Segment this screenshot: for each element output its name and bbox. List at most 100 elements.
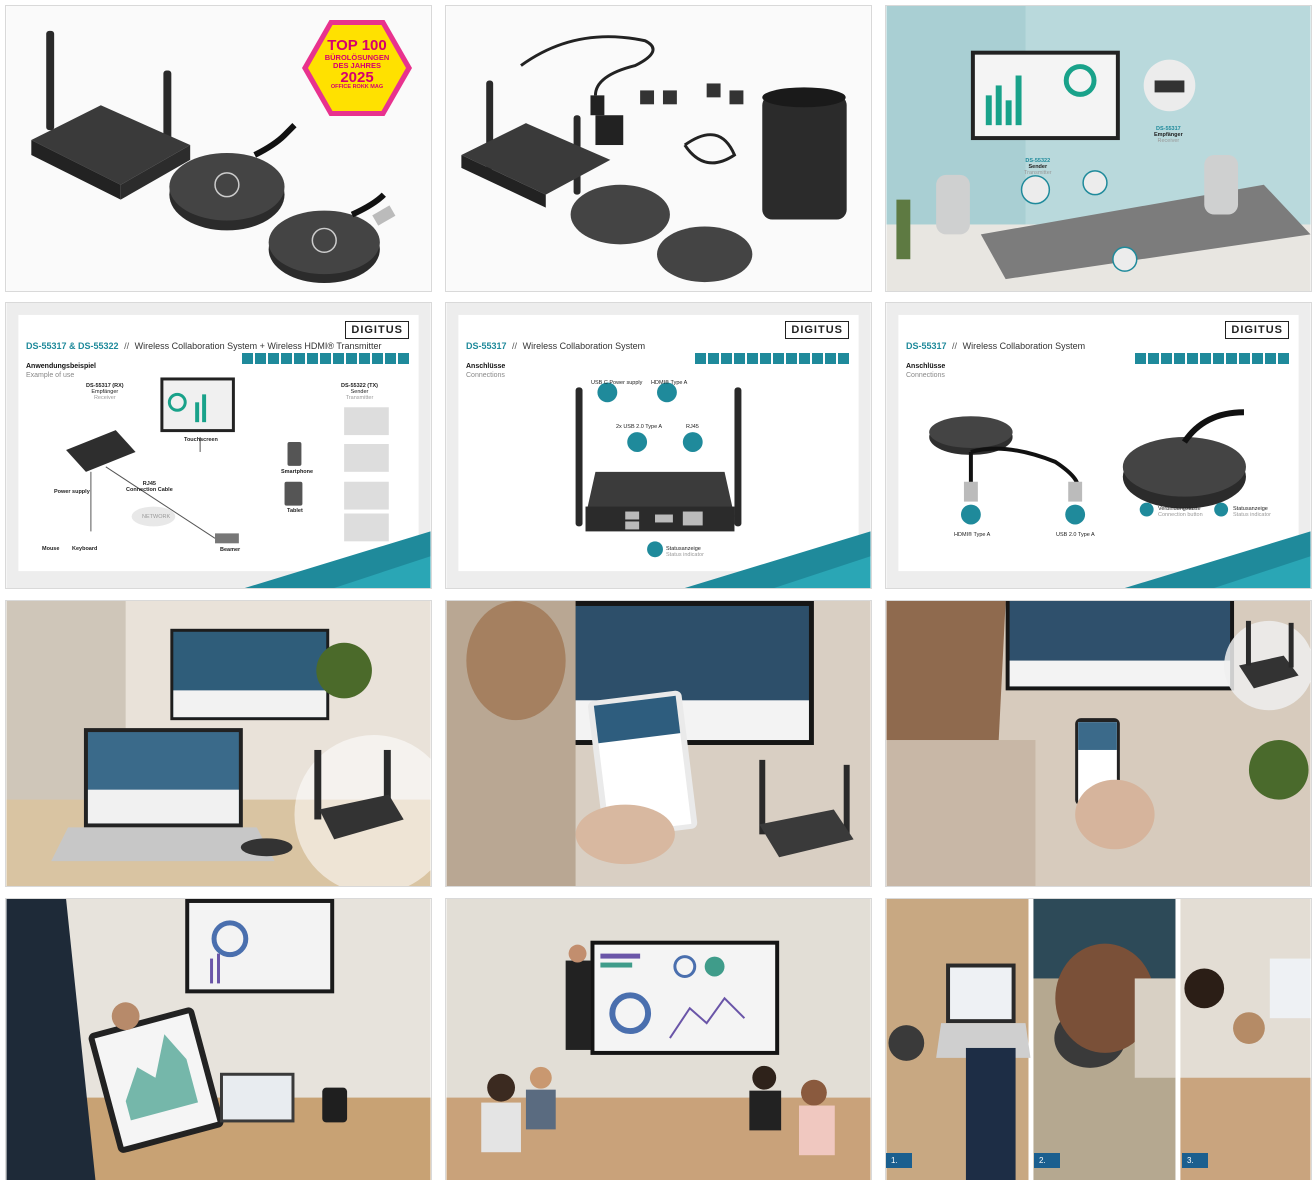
slide-title-text: Wireless Collaboration System bbox=[522, 341, 646, 351]
feature-icon bbox=[799, 353, 810, 364]
slide-code: DS-55317 & DS-55322 bbox=[26, 341, 119, 351]
feature-icon bbox=[825, 353, 836, 364]
feature-icon bbox=[333, 353, 344, 364]
meeting-tablet-photo bbox=[6, 899, 431, 1180]
step-label-1: 1. bbox=[886, 1153, 912, 1168]
feature-icon bbox=[1226, 353, 1237, 364]
sender-en: Transmitter bbox=[345, 395, 374, 401]
room-receiver-en: Receiver bbox=[1157, 138, 1180, 144]
feature-icon bbox=[268, 353, 279, 364]
feature-icon bbox=[1200, 353, 1211, 364]
section-heading-de: Anwendungsbeispiel bbox=[26, 363, 97, 370]
tablet-text: Tablet bbox=[287, 508, 303, 514]
digitus-logo: DIGITUS bbox=[1225, 321, 1289, 339]
step-label-2: 2. bbox=[1034, 1153, 1060, 1168]
presentation-photo bbox=[446, 899, 871, 1180]
feature-icon bbox=[760, 353, 771, 364]
gallery-image-room-illustration[interactable]: DS-55317 Empfänger Receiver DS-55322 Sen… bbox=[885, 5, 1312, 292]
feature-icons-row bbox=[695, 353, 849, 364]
room-illustration bbox=[886, 6, 1311, 291]
laptop-scene-photo bbox=[6, 601, 431, 886]
badge-line: OFFICE ROKK MAG bbox=[330, 84, 384, 91]
section-heading: Anschlüsse Connections bbox=[906, 363, 945, 381]
beamer-label: Beamer bbox=[220, 547, 240, 553]
feature-icon bbox=[747, 353, 758, 364]
gallery-image-package-contents[interactable] bbox=[445, 5, 872, 292]
feature-icon bbox=[1161, 353, 1172, 364]
touchscreen-label: Touchscreen bbox=[184, 437, 218, 443]
feature-icon bbox=[255, 353, 266, 364]
feature-icon bbox=[1252, 353, 1263, 364]
badge-line: 2025 bbox=[340, 68, 374, 86]
rj45-label: RJ45 Connection Cable bbox=[126, 481, 173, 493]
connection-button-en: Connection button bbox=[1158, 512, 1203, 518]
slide-title-text: Wireless Collaboration System bbox=[962, 341, 1086, 351]
feature-icon bbox=[1278, 353, 1289, 364]
product-gallery-grid: TOP 100 BÜROLÖSUNGEN DES JAHRES 2025 OFF… bbox=[0, 0, 1312, 1180]
section-heading-en: Example of use bbox=[26, 371, 75, 379]
gallery-image-transmitter-connections[interactable]: DIGITUS DS-55317 // Wireless Collaborati… bbox=[885, 302, 1312, 589]
hdmi-label: HDMI® Type A bbox=[954, 532, 991, 538]
status-en: Status indicator bbox=[1233, 512, 1271, 518]
feature-icon bbox=[385, 353, 396, 364]
tablet-scene-photo bbox=[446, 601, 871, 886]
feature-icon bbox=[773, 353, 784, 364]
gallery-image-smartphone-scene[interactable] bbox=[885, 600, 1312, 887]
gallery-image-meeting-tablet[interactable] bbox=[5, 898, 432, 1180]
section-heading: Anwendungsbeispiel Example of use bbox=[26, 363, 96, 381]
feature-icon bbox=[734, 353, 745, 364]
touchscreen-text: Touchscreen bbox=[184, 437, 218, 443]
slide-separator: // bbox=[512, 341, 518, 351]
slide-title: DS-55317 // Wireless Collaboration Syste… bbox=[906, 341, 1085, 351]
feature-icon bbox=[695, 353, 706, 364]
usb-label: 2x USB 2.0 Type A bbox=[616, 424, 663, 430]
keyboard-label: Keyboard bbox=[72, 546, 97, 552]
feature-icon bbox=[1213, 353, 1224, 364]
room-sender-label: DS-55322 Sender Transmitter bbox=[1024, 158, 1052, 176]
network-label: NETWORK bbox=[142, 514, 171, 520]
gallery-image-steps-collage[interactable]: 1. 2. 3. bbox=[885, 898, 1312, 1180]
feature-icon bbox=[281, 353, 292, 364]
gallery-image-presentation[interactable] bbox=[445, 898, 872, 1180]
feature-icon bbox=[838, 353, 849, 364]
connection-button-label: Verbindungstaste Connection button bbox=[1158, 506, 1203, 518]
feature-icon bbox=[812, 353, 823, 364]
section-heading-de: Anschlüsse bbox=[466, 363, 506, 370]
badge-line: TOP 100 bbox=[327, 37, 387, 54]
slide-title-text: Wireless Collaboration System + Wireless… bbox=[134, 341, 382, 351]
room-receiver-label: DS-55317 Empfänger Receiver bbox=[1154, 126, 1183, 144]
award-badge: TOP 100 BÜROLÖSUNGEN DES JAHRES 2025 OFF… bbox=[302, 20, 412, 116]
section-heading: Anschlüsse Connections bbox=[466, 363, 505, 381]
feature-icon bbox=[294, 353, 305, 364]
hdmi-label: HDMI® Type A bbox=[651, 380, 688, 386]
digitus-logo: DIGITUS bbox=[345, 321, 409, 339]
slide-code: DS-55317 bbox=[466, 341, 507, 351]
feature-icon bbox=[1148, 353, 1159, 364]
receiver-label: DS-55317 (RX) Empfänger Receiver bbox=[86, 383, 124, 401]
usb-label: USB 2.0 Type A bbox=[1056, 532, 1095, 538]
slide-title: DS-55317 // Wireless Collaboration Syste… bbox=[466, 341, 645, 351]
feature-icon bbox=[1174, 353, 1185, 364]
feature-icons-row bbox=[1135, 353, 1289, 364]
digitus-logo: DIGITUS bbox=[785, 321, 849, 339]
slide-separator: // bbox=[124, 341, 130, 351]
usbc-label: USB C Power supply bbox=[591, 380, 643, 386]
gallery-image-example-slide[interactable]: DIGITUS DS-55317 & DS-55322 // Wireless … bbox=[5, 302, 432, 589]
slide-title: DS-55317 & DS-55322 // Wireless Collabor… bbox=[26, 341, 382, 351]
rj45-label: RJ45 bbox=[686, 424, 699, 430]
feature-icon bbox=[346, 353, 357, 364]
smartphone-scene-photo bbox=[886, 601, 1311, 886]
smartphone-label: Smartphone bbox=[281, 469, 313, 475]
feature-icons-row bbox=[242, 353, 409, 364]
section-heading-en: Connections bbox=[466, 371, 505, 379]
gallery-image-tablet-scene[interactable] bbox=[445, 600, 872, 887]
steps-collage-photo bbox=[886, 899, 1311, 1180]
package-contents-render bbox=[446, 6, 871, 291]
feature-icon bbox=[359, 353, 370, 364]
gallery-image-receiver-connections[interactable]: DIGITUS DS-55317 // Wireless Collaborati… bbox=[445, 302, 872, 589]
feature-icon bbox=[1135, 353, 1146, 364]
gallery-image-product-badge[interactable]: TOP 100 BÜROLÖSUNGEN DES JAHRES 2025 OFF… bbox=[5, 5, 432, 292]
power-supply-text: Power supply bbox=[54, 489, 90, 495]
keyboard-text: Keyboard bbox=[72, 546, 98, 552]
gallery-image-laptop-scene[interactable] bbox=[5, 600, 432, 887]
